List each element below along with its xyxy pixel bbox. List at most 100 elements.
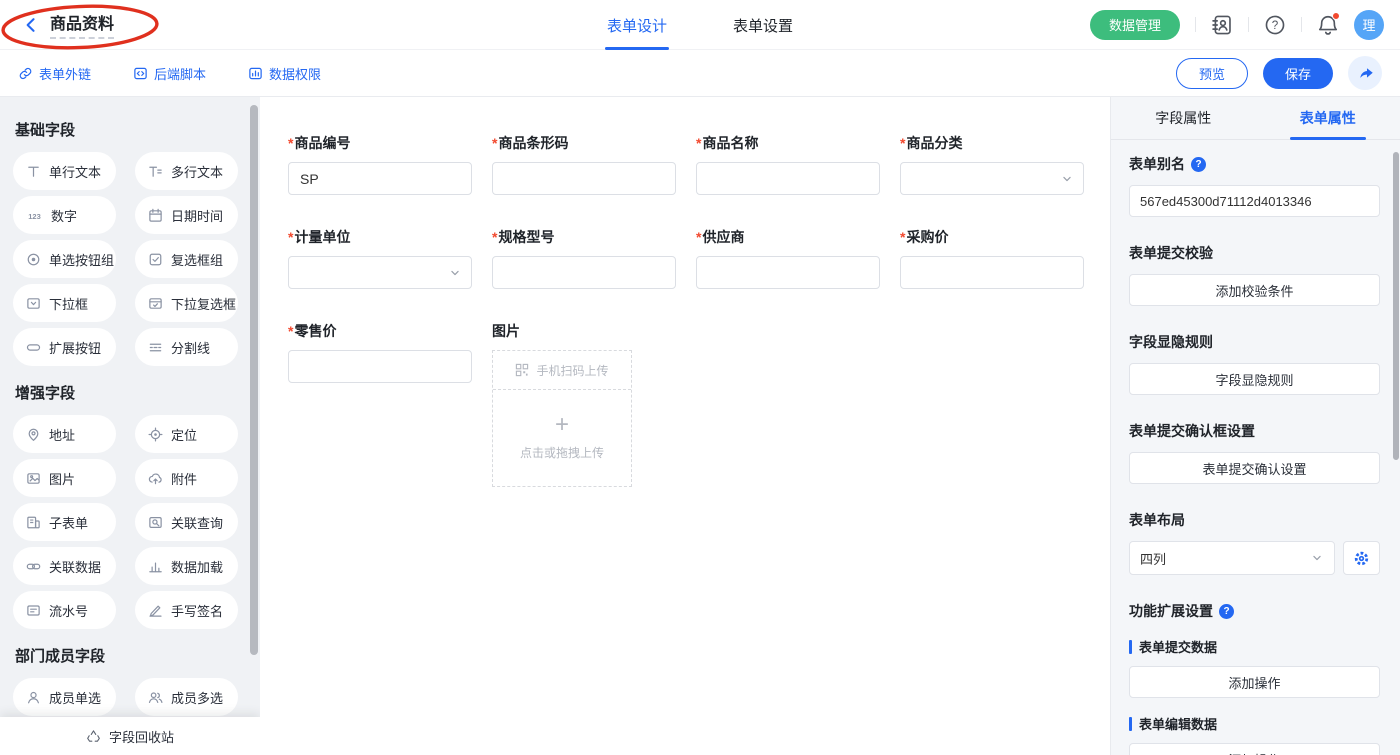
- field-retail-price[interactable]: *零售价: [288, 321, 472, 383]
- script-icon: [133, 66, 148, 81]
- data-permission-icon: [248, 66, 263, 81]
- help-icon[interactable]: ?: [1219, 604, 1234, 619]
- field-recycle-bin[interactable]: 字段回收站: [0, 717, 260, 755]
- sidebar-item-dropdown-multi[interactable]: 下拉复选框: [135, 284, 238, 322]
- header-left: 商品资料: [0, 0, 114, 49]
- sidebar-scrollbar[interactable]: [250, 105, 258, 655]
- product-name-input[interactable]: [696, 162, 880, 195]
- field-product-name[interactable]: *商品名称: [696, 133, 880, 195]
- form-title: 商品资料: [50, 10, 114, 39]
- sidebar-item-number[interactable]: 123 数字: [13, 196, 116, 234]
- sidebar-item-signature[interactable]: 手写签名: [135, 591, 238, 629]
- sidebar-item-linked-data[interactable]: 关联数据: [13, 547, 116, 585]
- plus-icon: +: [555, 415, 569, 435]
- share-button[interactable]: [1348, 56, 1382, 90]
- scan-upload-button[interactable]: 手机扫码上传: [493, 351, 631, 390]
- tab-form-properties[interactable]: 表单属性: [1256, 97, 1400, 139]
- supplier-input[interactable]: [696, 256, 880, 289]
- svg-text:?: ?: [1272, 19, 1279, 32]
- field-visibility-heading: 字段显隐规则: [1129, 332, 1380, 352]
- purchase-price-input[interactable]: [900, 256, 1084, 289]
- field-supplier[interactable]: *供应商: [696, 227, 880, 289]
- backend-script-link[interactable]: 后端脚本: [133, 64, 206, 83]
- sidebar-item-multi-line-text[interactable]: 多行文本: [135, 152, 238, 190]
- form-toolbar: 表单外链 后端脚本 数据权限 预览 保存: [0, 50, 1400, 97]
- spec-model-input[interactable]: [492, 256, 676, 289]
- unit-select[interactable]: [288, 256, 472, 289]
- field-barcode[interactable]: *商品条形码: [492, 133, 676, 195]
- link-icon: [18, 66, 33, 81]
- sidebar-item-checkbox-group[interactable]: 复选框组: [135, 240, 238, 278]
- sidebar-item-single-line-text[interactable]: 单行文本: [13, 152, 116, 190]
- data-permission-link[interactable]: 数据权限: [248, 64, 321, 83]
- field-palette-sidebar: 基础字段 单行文本 多行文本 123 数字 日期时间: [0, 97, 260, 755]
- sidebar-item-member-multi[interactable]: 成员多选: [135, 678, 238, 716]
- form-grid: *商品编号 *商品条形码 *商品名称 *商品分类 *计量单位: [288, 133, 1086, 487]
- divider: [1301, 17, 1302, 32]
- contacts-icon[interactable]: [1211, 14, 1233, 36]
- submit-data-add-action-button[interactable]: 添加操作: [1129, 666, 1380, 698]
- sidebar-item-radio-group[interactable]: 单选按钮组: [13, 240, 116, 278]
- notification-dot: [1332, 12, 1340, 20]
- form-canvas: *商品编号 *商品条形码 *商品名称 *商品分类 *计量单位: [260, 97, 1110, 755]
- field-label: 采购价: [906, 227, 948, 247]
- sidebar-item-attachment[interactable]: 附件: [135, 459, 238, 497]
- field-image[interactable]: 图片 手机扫码上传 + 点击或拖拽上传: [492, 321, 676, 487]
- save-button[interactable]: 保存: [1263, 58, 1333, 89]
- edit-data-add-action-button[interactable]: 添加操作: [1129, 743, 1380, 755]
- chevron-down-icon: [1310, 551, 1324, 565]
- field-spec-model[interactable]: *规格型号: [492, 227, 676, 289]
- bell-icon[interactable]: [1317, 14, 1339, 36]
- field-visibility-section: 字段显隐规则 字段显隐规则: [1129, 332, 1380, 395]
- multi-line-text-icon: [148, 164, 163, 179]
- preview-button[interactable]: 预览: [1176, 58, 1248, 89]
- field-visibility-button[interactable]: 字段显隐规则: [1129, 363, 1380, 395]
- enhanced-fields-grid: 地址 定位 图片 附件 子表单: [13, 415, 238, 629]
- barcode-input[interactable]: [492, 162, 676, 195]
- field-label: 商品分类: [906, 133, 962, 153]
- location-icon: [148, 427, 163, 442]
- tab-form-design[interactable]: 表单设计: [607, 0, 667, 50]
- layout-select[interactable]: 四列: [1129, 541, 1335, 575]
- required-mark: *: [492, 135, 497, 151]
- tab-field-properties[interactable]: 字段属性: [1111, 97, 1256, 139]
- checkbox-group-icon: [148, 252, 163, 267]
- sidebar-item-dropdown[interactable]: 下拉框: [13, 284, 116, 322]
- submit-confirm-button[interactable]: 表单提交确认设置: [1129, 452, 1380, 484]
- sidebar-item-subform[interactable]: 子表单: [13, 503, 116, 541]
- data-manage-button[interactable]: 数据管理: [1090, 10, 1180, 40]
- layout-settings-button[interactable]: [1343, 541, 1380, 575]
- panel-scrollbar[interactable]: [1393, 152, 1399, 460]
- help-icon[interactable]: ?: [1191, 157, 1206, 172]
- sidebar-item-datetime[interactable]: 日期时间: [135, 196, 238, 234]
- section-title-basic-fields: 基础字段: [15, 119, 238, 140]
- sidebar-item-member-single[interactable]: 成员单选: [13, 678, 116, 716]
- single-line-text-icon: [26, 164, 41, 179]
- field-purchase-price[interactable]: *采购价: [900, 227, 1084, 289]
- field-label: 零售价: [294, 321, 336, 341]
- form-external-link[interactable]: 表单外链: [18, 64, 91, 83]
- sidebar-item-image[interactable]: 图片: [13, 459, 116, 497]
- back-icon: [22, 16, 40, 34]
- sidebar-item-data-load[interactable]: 数据加载: [135, 547, 238, 585]
- form-alias-input[interactable]: [1129, 185, 1380, 217]
- help-icon[interactable]: ?: [1264, 14, 1286, 36]
- add-validation-button[interactable]: 添加校验条件: [1129, 274, 1380, 306]
- sidebar-item-divider-line[interactable]: 分割线: [135, 328, 238, 366]
- sidebar-item-linked-query[interactable]: 关联查询: [135, 503, 238, 541]
- avatar[interactable]: 理: [1354, 10, 1384, 40]
- sidebar-item-location[interactable]: 定位: [135, 415, 238, 453]
- field-product-category[interactable]: *商品分类: [900, 133, 1084, 195]
- field-unit[interactable]: *计量单位: [288, 227, 472, 289]
- sidebar-item-address[interactable]: 地址: [13, 415, 116, 453]
- tab-form-settings[interactable]: 表单设置: [733, 0, 793, 50]
- sidebar-item-serial-number[interactable]: 流水号: [13, 591, 116, 629]
- back-button[interactable]: [22, 16, 40, 34]
- product-category-select[interactable]: [900, 162, 1084, 195]
- drop-upload-area[interactable]: + 点击或拖拽上传: [493, 390, 631, 486]
- retail-price-input[interactable]: [288, 350, 472, 383]
- product-code-input[interactable]: [288, 162, 472, 195]
- sidebar-item-extend-button[interactable]: 扩展按钮: [13, 328, 116, 366]
- field-product-code[interactable]: *商品编号: [288, 133, 472, 195]
- section-title-member-fields: 部门成员字段: [15, 645, 238, 666]
